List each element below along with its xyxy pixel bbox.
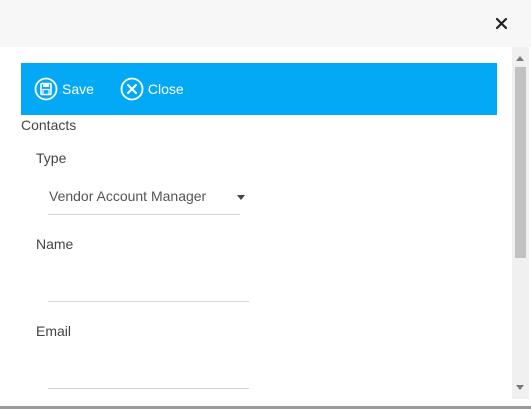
dialog-content: Save Close Contacts Type Vendor Account … — [0, 47, 512, 406]
email-label: Email — [36, 323, 72, 339]
save-label: Save — [62, 81, 94, 97]
dialog-title-bar — [0, 0, 531, 47]
name-label: Name — [36, 236, 74, 252]
scroll-up-arrow-icon[interactable] — [516, 56, 524, 61]
vertical-scrollbar[interactable] — [512, 47, 529, 399]
save-icon — [34, 77, 58, 101]
close-x-icon[interactable] — [491, 13, 511, 33]
type-select[interactable]: Vendor Account Manager — [48, 180, 245, 215]
name-field[interactable] — [48, 271, 249, 302]
section-title-contacts: Contacts — [21, 117, 77, 133]
action-toolbar: Save Close — [21, 63, 497, 115]
email-field[interactable] — [48, 358, 249, 389]
type-label: Type — [36, 150, 67, 166]
close-circle-icon — [120, 77, 144, 101]
chevron-down-icon — [237, 195, 245, 200]
close-button[interactable]: Close — [120, 63, 184, 115]
contact-dialog: Save Close Contacts Type Vendor Account … — [0, 0, 531, 409]
close-label: Close — [147, 81, 184, 97]
save-button[interactable]: Save — [34, 63, 94, 115]
scroll-down-arrow-icon[interactable] — [516, 385, 524, 390]
scrollbar-thumb[interactable] — [515, 67, 526, 258]
type-select-value: Vendor Account Manager — [49, 188, 207, 204]
